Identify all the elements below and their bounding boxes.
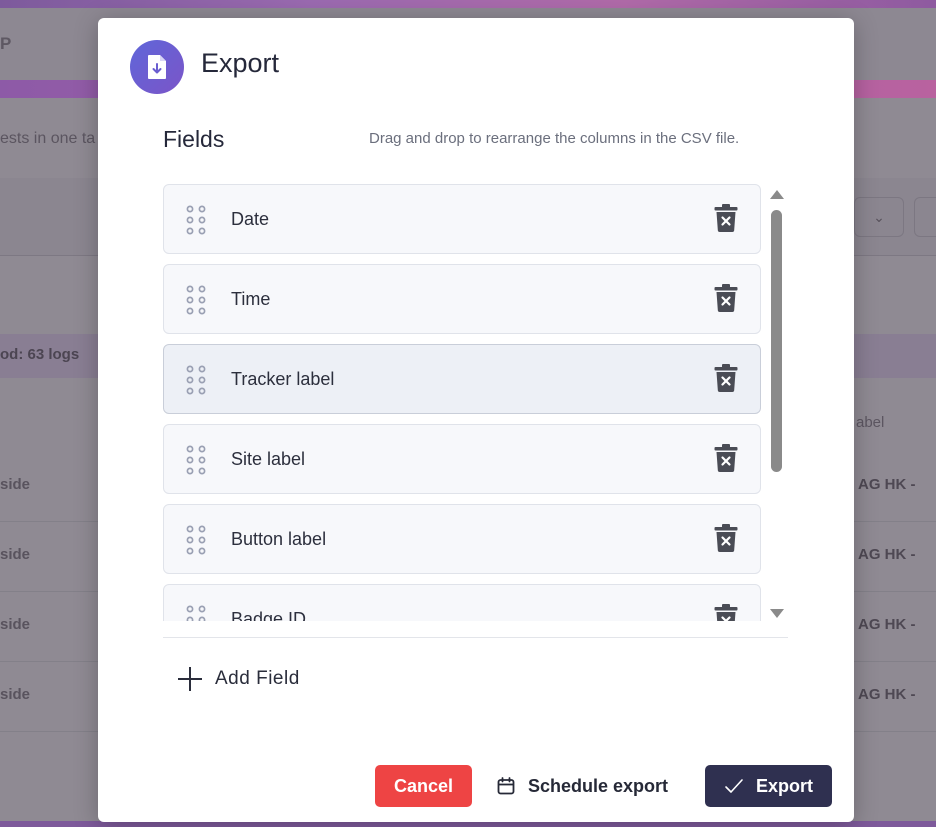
background-row-left: side [0,686,31,703]
cancel-button[interactable]: Cancel [375,765,472,807]
trash-icon[interactable] [713,283,739,313]
scroll-thumb[interactable] [771,210,782,472]
background-period-text: od: 63 logs [0,346,80,363]
field-label: Tracker label [231,369,335,389]
field-label: Badge ID [231,609,307,621]
trash-icon[interactable] [713,203,739,233]
background-row-left: side [0,546,31,563]
drag-handle-icon[interactable] [186,605,206,621]
plus-icon [178,667,202,691]
field-list: Date Time Tracker label Site label Button la… [163,184,763,621]
field-label: Button label [231,529,327,549]
add-field-label: Add Field [215,668,300,689]
schedule-export-button[interactable]: Schedule export [496,765,668,807]
drag-handle-icon[interactable] [186,525,206,555]
field-list-scrollbar[interactable] [768,188,784,620]
background-filter-box [914,197,936,237]
background-chevron-down-icon: ⌄ [854,197,904,237]
background-row-right: AG HK - [858,546,916,563]
export-label: Export [755,775,813,796]
field-label: Time [231,289,271,309]
trash-icon[interactable] [713,603,739,621]
background-description: ests in one ta [0,130,96,147]
background-top-bar [0,0,936,8]
background-table-header: abel [856,414,885,431]
checkmark-icon [725,779,743,793]
drag-handle-icon[interactable] [186,205,206,235]
export-button[interactable]: Export [705,765,832,807]
add-field-button[interactable]: Add Field [178,664,300,694]
fields-hint: Drag and drop to rearrange the columns i… [369,130,740,147]
background-row-right: AG HK - [858,476,916,493]
trash-icon[interactable] [713,523,739,553]
export-modal: Export Fields Drag and drop to rearrange… [98,18,854,822]
scroll-up-arrow-icon[interactable] [770,190,784,199]
calendar-icon [497,777,515,795]
schedule-export-label: Schedule export [528,775,669,796]
field-label: Site label [231,449,306,469]
drag-handle-icon[interactable] [186,445,206,475]
scroll-down-arrow-icon[interactable] [770,609,784,618]
field-row[interactable]: Date [163,184,761,254]
field-row[interactable]: Site label [163,424,761,494]
list-divider [163,637,788,638]
file-download-icon [130,40,184,94]
drag-handle-icon[interactable] [186,285,206,315]
background-row-right: AG HK - [858,616,916,633]
modal-title: Export [201,48,280,78]
trash-icon[interactable] [713,363,739,393]
field-row[interactable]: Time [163,264,761,334]
field-row[interactable]: Button label [163,504,761,574]
background-row-left: side [0,476,31,493]
background-header-text: P [0,34,12,53]
trash-icon[interactable] [713,443,739,473]
field-label: Date [231,209,270,229]
fields-heading: Fields [163,126,225,152]
drag-handle-icon[interactable] [186,365,206,395]
field-row[interactable]: Badge ID [163,584,761,621]
background-row-left: side [0,616,31,633]
field-row[interactable]: Tracker label [163,344,761,414]
background-row-right: AG HK - [858,686,916,703]
